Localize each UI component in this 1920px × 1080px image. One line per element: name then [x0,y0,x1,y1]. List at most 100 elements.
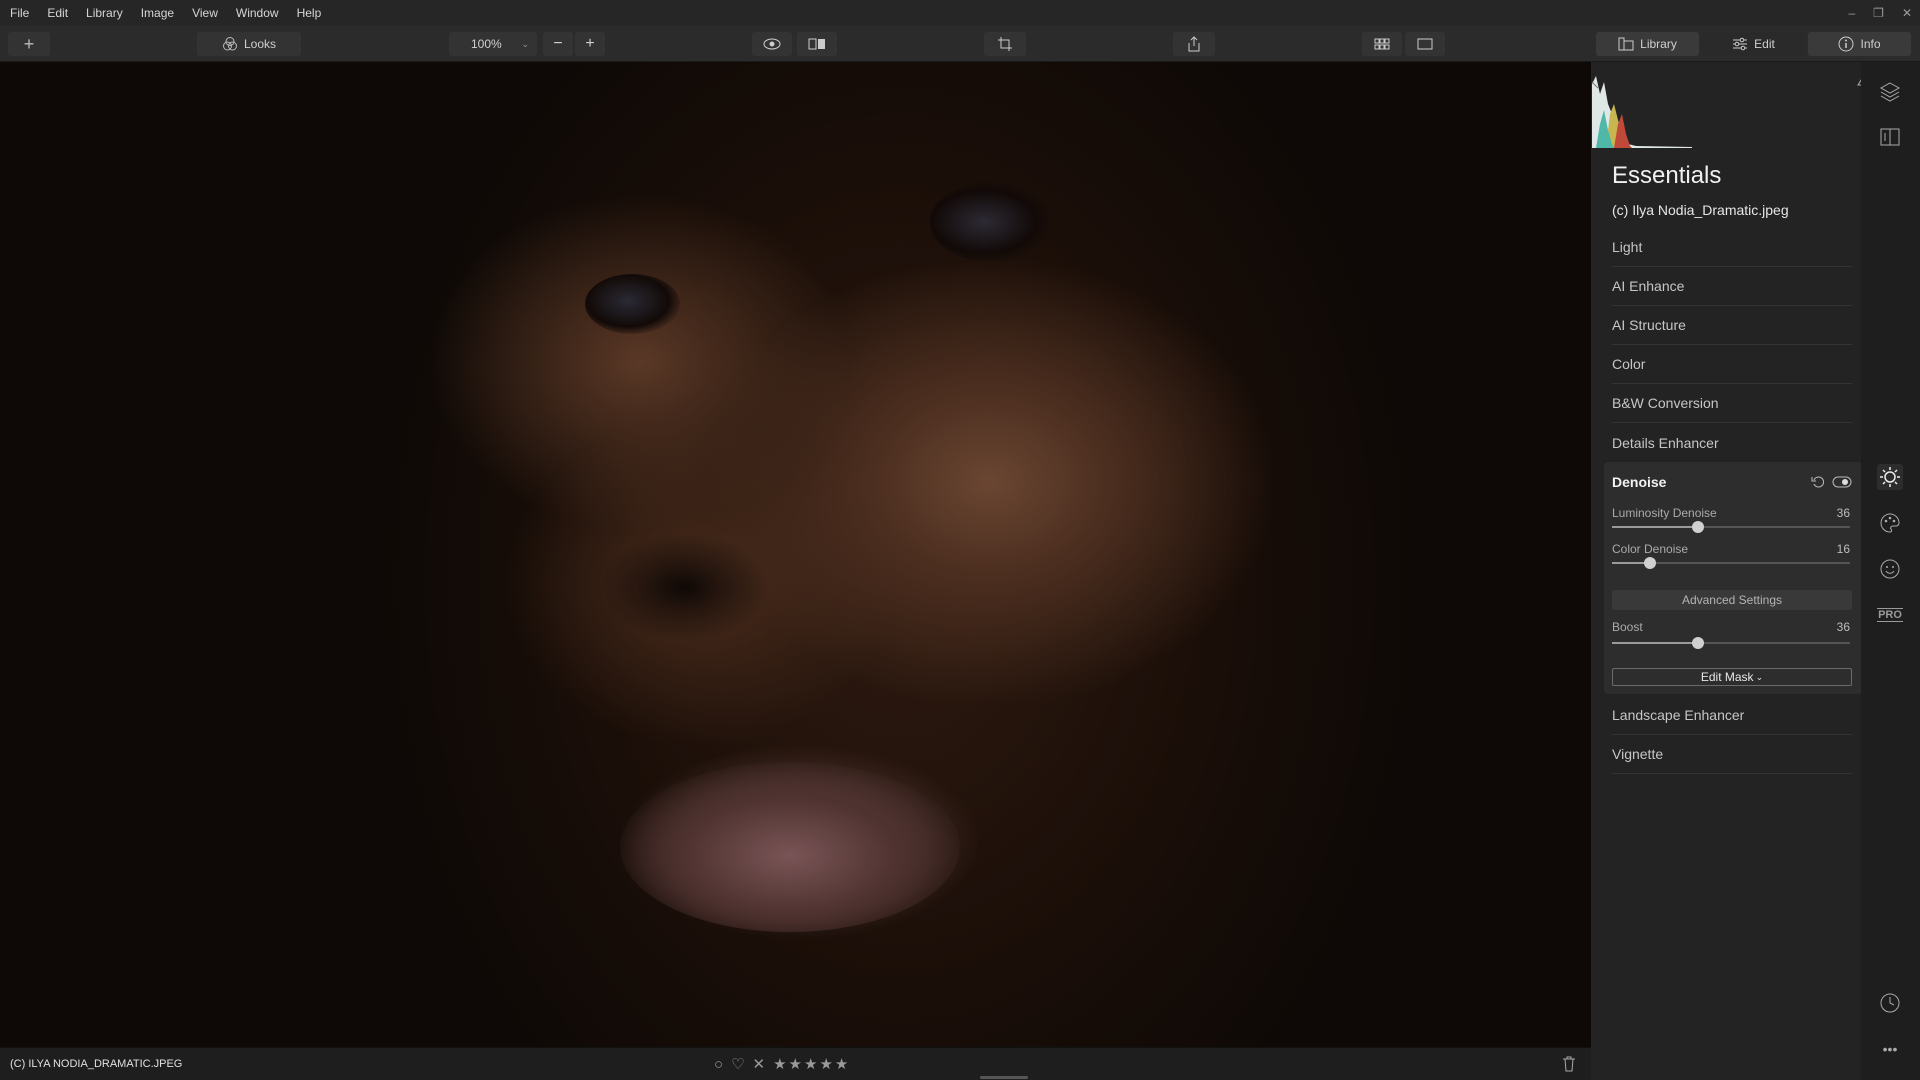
slider-thumb[interactable] [1691,521,1704,533]
add-button[interactable]: + [8,32,50,56]
star-icon[interactable]: ★ [789,1055,804,1073]
favorite-icon[interactable]: ♡ [731,1055,744,1073]
close-button[interactable]: ✕ [1902,6,1912,20]
section-label: B&W Conversion [1612,395,1719,411]
split-view-icon [808,38,825,50]
tab-library[interactable]: Library [1596,32,1699,56]
menu-bar: File Edit Library Image View Window Help… [0,0,1920,26]
star-icon[interactable]: ★ [773,1055,788,1073]
eye-icon [763,38,781,50]
photo-eye-left [585,274,680,334]
filmstrip-handle[interactable] [980,1076,1028,1079]
minimize-button[interactable]: – [1848,6,1855,20]
pro-icon[interactable]: PRO [1877,602,1903,628]
menu-file[interactable]: File [0,6,38,20]
zoom-select[interactable]: 100% ⌄ [449,32,537,56]
single-image-icon [1417,38,1433,50]
export-button[interactable] [1173,32,1215,56]
section-light[interactable]: Light [1612,228,1852,267]
share-icon [1188,36,1200,52]
boost-label: Boost [1612,620,1643,634]
section-vignette[interactable]: Vignette [1612,735,1852,774]
history-icon[interactable] [1877,990,1903,1016]
toolbar: + Looks 100% ⌄ − + Library Edit Info [0,26,1920,62]
menu-image[interactable]: Image [132,6,183,20]
slider-thumb[interactable] [1644,557,1657,569]
zoom-in-button[interactable]: + [575,32,605,56]
compare-icon[interactable] [1877,124,1903,150]
luminosity-denoise-value: 36 [1836,506,1850,520]
advanced-settings-button[interactable]: Advanced Settings [1612,590,1852,610]
photo-eye-right [930,182,1050,262]
looks-icon [222,37,237,51]
section-label: Vignette [1612,746,1664,762]
panel-title: Essentials [1612,162,1722,189]
pro-label: PRO [1877,608,1903,622]
palette-icon[interactable] [1877,510,1903,536]
slider-thumb[interactable] [1691,637,1704,649]
layers-icon[interactable] [1877,78,1903,104]
info-icon [1838,36,1854,52]
chevron-down-icon: ⌄ [1755,671,1764,682]
window-controls: – ❐ ✕ [1848,0,1912,26]
slider-fill [1612,526,1698,528]
edit-mask-button[interactable]: Edit Mask ⌄ [1612,668,1852,686]
tool-strip: PRO ••• [1861,62,1920,1080]
color-label-button[interactable]: ○ [714,1056,723,1073]
compare-button[interactable] [797,32,837,56]
menu-window[interactable]: Window [227,6,288,20]
photo-canvas[interactable] [0,62,1591,1047]
grid-view-button[interactable] [1362,32,1402,56]
section-ai-enhance[interactable]: AI Enhance [1612,267,1852,306]
section-label: Light [1612,239,1643,255]
tab-edit[interactable]: Edit [1702,32,1805,56]
section-color[interactable]: Color [1612,345,1852,384]
star-icon[interactable]: ★ [804,1055,819,1073]
face-icon[interactable] [1877,556,1903,582]
panel-file-name: (c) Ilya Nodia_Dramatic.jpeg [1612,202,1789,218]
color-denoise-slider[interactable] [1612,557,1850,569]
photo-nostril [600,532,770,642]
reset-icon[interactable] [1811,475,1825,489]
reject-icon[interactable]: ✕ [753,1055,766,1073]
more-icon[interactable]: ••• [1877,1036,1903,1062]
photo-lips [620,762,960,932]
denoise-title[interactable]: Denoise [1612,474,1666,490]
menu-edit[interactable]: Edit [38,6,77,20]
sun-icon[interactable] [1877,464,1903,490]
rating-controls: ○ ♡ ✕ ★ ★ ★ ★ ★ [714,1055,850,1074]
slider-fill [1612,642,1698,644]
section-label: Landscape Enhancer [1612,707,1745,723]
looks-button[interactable]: Looks [197,32,301,56]
tab-info[interactable]: Info [1808,32,1911,56]
restore-button[interactable]: ❐ [1873,6,1884,20]
zoom-out-button[interactable]: − [543,32,573,56]
crop-button[interactable] [984,32,1026,56]
histogram [1592,74,1692,148]
visibility-toggle-icon[interactable] [1832,475,1852,489]
zoom-value: 100% [471,37,502,51]
minus-icon: − [553,35,563,52]
star-icon[interactable]: ★ [835,1055,850,1073]
crop-icon [998,37,1012,51]
star-icon[interactable]: ★ [819,1055,834,1073]
section-label: AI Structure [1612,317,1686,333]
section-landscape-enhancer[interactable]: Landscape Enhancer [1612,696,1852,735]
trash-icon[interactable] [1562,1056,1576,1072]
section-details-enhancer[interactable]: Details Enhancer [1612,423,1852,462]
single-view-button[interactable] [1405,32,1445,56]
preview-button[interactable] [752,32,792,56]
section-bw-conversion[interactable]: B&W Conversion [1612,384,1852,423]
menu-view[interactable]: View [183,6,227,20]
section-label: Color [1612,356,1646,372]
plus-icon: + [585,35,595,52]
boost-slider[interactable] [1612,637,1850,649]
menu-help[interactable]: Help [288,6,331,20]
color-denoise-value: 16 [1836,542,1850,556]
status-bar: (C) ILYA NODIA_DRAMATIC.JPEG ○ ♡ ✕ ★ ★ ★… [0,1047,1591,1080]
luminosity-denoise-slider[interactable] [1612,521,1850,533]
boost-value: 36 [1836,620,1850,634]
menu-library[interactable]: Library [77,6,132,20]
grid-icon [1374,38,1390,50]
section-ai-structure[interactable]: AI Structure [1612,306,1852,345]
